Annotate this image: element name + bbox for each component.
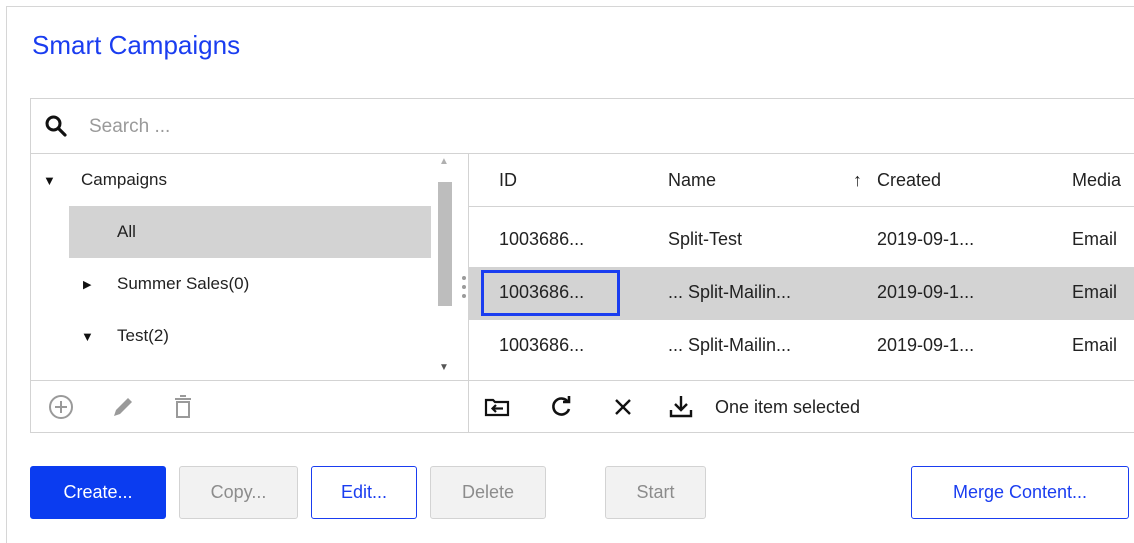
cell-media: Email	[1072, 282, 1118, 302]
table-header: ID Name ↑ Created Media	[469, 154, 1134, 207]
tree-item-label: Summer Sales(0)	[117, 274, 250, 293]
cell-id: 1003686...	[499, 229, 585, 249]
cell-id: 1003686...	[499, 282, 585, 302]
cell-created: 2019-09-1...	[877, 229, 975, 249]
table-toolbar: One item selected	[469, 380, 1134, 433]
scrollbar-thumb[interactable]	[438, 182, 452, 306]
tree-toolbar	[31, 380, 468, 433]
selection-status: One item selected	[715, 397, 861, 417]
cell-created: 2019-09-1...	[877, 282, 975, 302]
start-button[interactable]: Start	[605, 466, 706, 519]
move-to-folder-icon[interactable]	[483, 393, 511, 421]
sort-ascending-icon[interactable]: ↑	[853, 170, 862, 191]
tree-item-label: Test(2)	[117, 326, 169, 345]
edit-button[interactable]: Edit...	[311, 466, 417, 519]
cell-media: Email	[1072, 335, 1118, 355]
close-icon[interactable]	[609, 393, 637, 421]
delete-button[interactable]: Delete	[430, 466, 546, 519]
tree-item-test[interactable]: ▼ Test(2)	[31, 310, 431, 362]
refresh-icon[interactable]	[547, 393, 575, 421]
cell-name: Split-Test	[668, 229, 743, 249]
cell-name: ... Split-Mailin...	[668, 335, 792, 355]
cell-id: 1003686...	[499, 335, 585, 355]
tree-scrollbar[interactable]: ▲ ▼	[434, 154, 456, 380]
create-button[interactable]: Create...	[30, 466, 166, 519]
column-header-media[interactable]: Media	[1072, 170, 1121, 191]
scroll-down-icon[interactable]: ▼	[439, 362, 449, 373]
search-bar	[31, 99, 1134, 154]
caret-down-icon[interactable]: ▼	[81, 329, 94, 344]
caret-right-icon[interactable]: ▶	[83, 278, 91, 291]
tree-node-label: Campaigns	[81, 170, 167, 189]
cell-media: Email	[1072, 229, 1118, 249]
tree-item-summer-sales[interactable]: ▶ Summer Sales(0)	[31, 258, 431, 310]
column-header-name[interactable]: Name	[668, 170, 716, 191]
copy-button[interactable]: Copy...	[179, 466, 298, 519]
campaign-tree: ▼ Campaigns All ▶ Summer Sales(0) ▼ Test…	[31, 154, 461, 380]
pencil-icon[interactable]	[109, 393, 137, 421]
search-icon[interactable]	[44, 114, 68, 138]
caret-down-icon[interactable]: ▼	[43, 173, 56, 188]
drag-handle-icon[interactable]	[461, 276, 467, 303]
campaign-table: ID Name ↑ Created Media 1003686... Split…	[469, 154, 1134, 380]
tree-item-all[interactable]: All	[69, 206, 431, 258]
table-row[interactable]: 1003686... ... Split-Mailin... 2019-09-1…	[469, 320, 1134, 373]
download-icon[interactable]	[667, 393, 695, 421]
merge-content-button[interactable]: Merge Content...	[911, 466, 1129, 519]
search-input[interactable]	[87, 113, 591, 141]
tree-node-campaigns[interactable]: ▼ Campaigns	[31, 154, 431, 206]
cell-created: 2019-09-1...	[877, 335, 975, 355]
table-row[interactable]: 1003686... ... Split-Mailin... 2019-09-1…	[469, 267, 1134, 320]
column-header-id[interactable]: ID	[499, 170, 517, 191]
page-title: Smart Campaigns	[32, 30, 241, 60]
table-row[interactable]: 1003686... Split-Test 2019-09-1... Email	[469, 214, 1134, 267]
campaign-browser: ▼ Campaigns All ▶ Summer Sales(0) ▼ Test…	[30, 98, 1134, 433]
scroll-up-icon[interactable]: ▲	[439, 156, 449, 167]
trash-icon[interactable]	[169, 393, 197, 421]
column-header-created[interactable]: Created	[877, 170, 941, 191]
cell-name: ... Split-Mailin...	[668, 282, 792, 302]
tree-item-label: All	[117, 222, 136, 241]
add-circle-icon[interactable]	[47, 393, 75, 421]
